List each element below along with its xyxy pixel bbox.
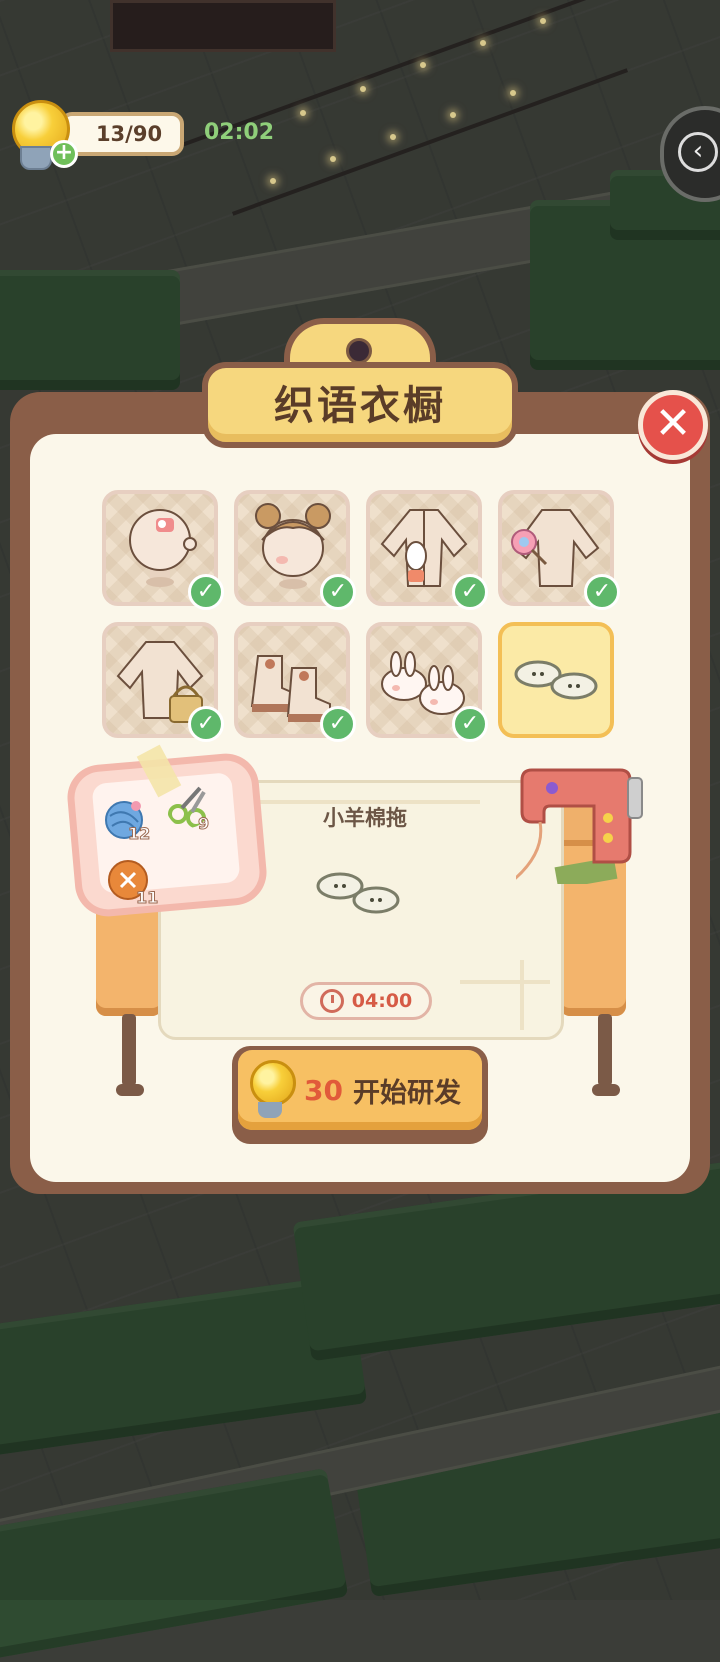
workbench-leg: [122, 1014, 136, 1086]
button-count: 11: [135, 888, 159, 908]
research-duration-text: 04:00: [351, 990, 413, 1012]
wardrobe-item-basket-top[interactable]: ✓: [102, 622, 224, 742]
start-research-label: 开始研发: [352, 1077, 461, 1109]
fabric-pattern: [460, 980, 550, 984]
clock-icon: [319, 989, 344, 1013]
research-item-name: 小羊棉拖: [323, 806, 407, 830]
lightbulb-base-icon: [20, 146, 52, 170]
check-icon: ✓: [320, 706, 356, 742]
check-icon: ✓: [188, 574, 224, 610]
dialog-title: 织语衣橱: [202, 362, 518, 448]
lightbulb-base-icon: [258, 1102, 282, 1118]
check-icon: ✓: [452, 706, 488, 742]
wardrobe-item-sheep-slippers[interactable]: [498, 622, 614, 738]
tag-hole: [346, 338, 372, 364]
wardrobe-item-bunny-cardigan[interactable]: ✓: [366, 490, 488, 610]
workbench-foot: [592, 1084, 620, 1096]
refill-timer: 02:02: [204, 120, 275, 145]
yarn-count: 12: [127, 824, 151, 844]
dialog-title-tag: 织语衣橱: [202, 318, 518, 448]
scissors-count: 9: [197, 814, 210, 834]
wardrobe-item-bunny-slippers[interactable]: ✓: [366, 622, 488, 742]
research-cost: 30: [304, 1073, 343, 1107]
research-duration: 04:00: [300, 982, 432, 1020]
check-icon: ✓: [584, 574, 620, 610]
check-icon: ✓: [452, 574, 488, 610]
wardrobe-item-lollipop-top[interactable]: ✓: [498, 490, 620, 610]
sheep-slippers-preview-icon: [316, 872, 400, 914]
start-research-button[interactable]: 30 开始研发: [232, 1046, 488, 1144]
sheep-slippers-icon: [514, 660, 598, 700]
wardrobe-item-bunny-hairclip[interactable]: ✓: [102, 490, 224, 610]
workbench-foot: [116, 1084, 144, 1096]
lightbulb-icon: [250, 1060, 296, 1106]
close-button[interactable]: ✕: [638, 390, 708, 460]
chevron-left-icon: ‹: [678, 132, 718, 172]
workbench-leg: [598, 1014, 612, 1086]
sewing-machine-icon: [516, 768, 643, 884]
check-icon: ✓: [320, 574, 356, 610]
bulb-count-text: 13/90: [95, 122, 163, 146]
wardrobe-item-bun-hairstyle[interactable]: ✓: [234, 490, 356, 610]
wardrobe-item-bow-boots[interactable]: ✓: [234, 622, 356, 742]
check-icon: ✓: [188, 706, 224, 742]
bulb-counter[interactable]: 13/90: [60, 112, 184, 156]
fabric-pattern: [520, 960, 524, 1030]
add-bulbs-button[interactable]: +: [50, 140, 78, 168]
